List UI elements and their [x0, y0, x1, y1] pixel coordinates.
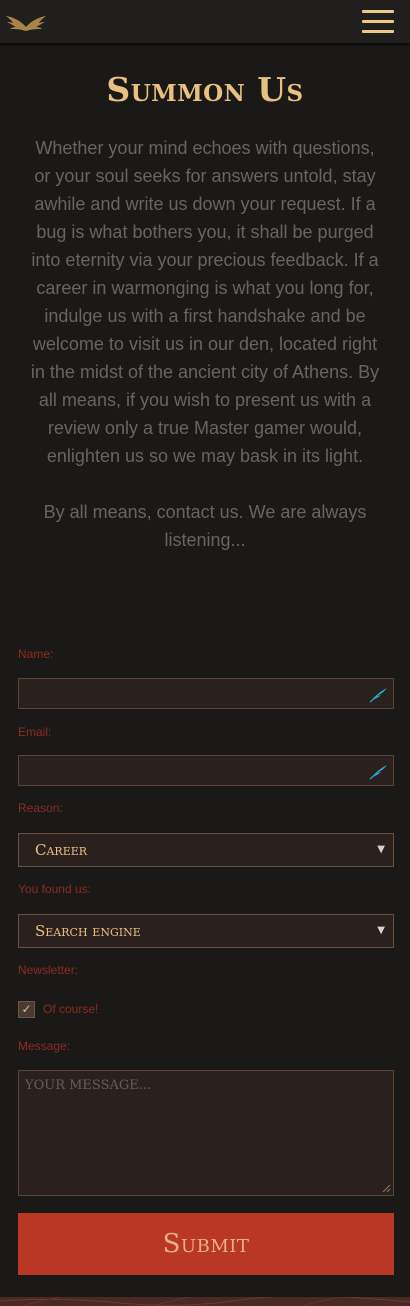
intro-paragraph-closing: By all means, contact us. We are always … — [43, 502, 367, 550]
wings-logo-icon[interactable] — [5, 11, 47, 33]
quill-icon — [369, 688, 387, 703]
footer-map-decoration — [0, 1297, 410, 1306]
quill-icon — [369, 765, 387, 780]
found-us-selected-value: Search engine — [35, 922, 141, 940]
message-label: Message: — [18, 1039, 71, 1053]
reason-select[interactable]: Career ▼ — [18, 833, 394, 867]
dropdown-arrow-icon: ▼ — [377, 844, 385, 855]
message-textarea[interactable]: YOUR MESSAGE... — [18, 1070, 394, 1196]
name-label: Name: — [18, 647, 54, 661]
newsletter-label: Newsletter: — [18, 963, 79, 977]
email-field[interactable] — [18, 755, 394, 786]
resize-grip-icon[interactable] — [381, 1183, 391, 1193]
page-title: Summon Us — [106, 70, 304, 109]
message-placeholder: YOUR MESSAGE... — [25, 1078, 152, 1093]
newsletter-checkbox[interactable]: ✓ — [18, 1001, 35, 1018]
submit-button[interactable]: Submit — [18, 1213, 394, 1275]
intro-text: Whether your mind echoes with questions,… — [30, 134, 380, 554]
hamburger-menu-icon[interactable] — [362, 10, 394, 34]
reason-selected-value: Career — [35, 841, 88, 859]
found-us-select[interactable]: Search engine ▼ — [18, 914, 394, 948]
name-field[interactable] — [18, 678, 394, 709]
email-label: Email: — [18, 725, 52, 739]
dropdown-arrow-icon: ▼ — [377, 925, 385, 936]
newsletter-option-label[interactable]: Of course! — [43, 1002, 98, 1016]
found-us-label: You found us: — [18, 882, 91, 896]
reason-label: Reason: — [18, 801, 63, 815]
intro-paragraph: Whether your mind echoes with questions,… — [30, 138, 380, 466]
top-navigation-bar — [0, 0, 410, 44]
